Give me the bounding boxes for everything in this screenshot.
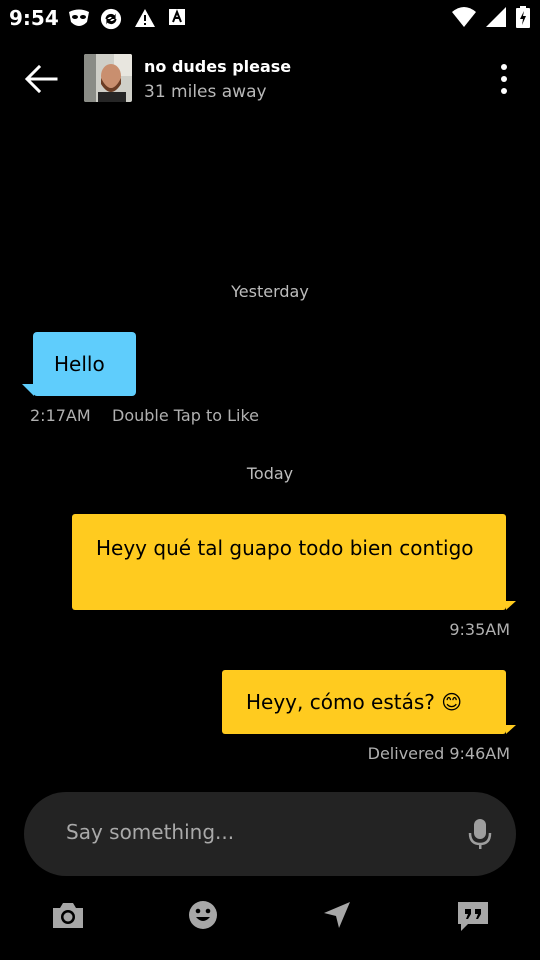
location-icon[interactable] (322, 900, 352, 930)
warning-icon (135, 9, 155, 27)
contact-name[interactable]: no dudes please (144, 57, 291, 76)
message-text: Heyy, cómo estás? 😊 (246, 690, 463, 714)
font-icon (169, 9, 185, 25)
emoji-icon[interactable] (188, 900, 218, 930)
outgoing-bubble-tail (506, 725, 516, 734)
delivery-status: Delivered 9:46AM (367, 744, 510, 763)
contact-distance: 31 miles away (144, 82, 267, 102)
outgoing-bubble-tail (506, 601, 516, 610)
incoming-message-bubble[interactable]: Hello (33, 332, 136, 396)
message-input[interactable]: Say something... (66, 820, 234, 844)
date-separator: Today (246, 464, 294, 483)
double-tap-hint: Double Tap to Like (112, 406, 259, 425)
message-text: Heyy qué tal guapo todo bien contigo (96, 536, 474, 560)
camera-icon[interactable] (51, 900, 85, 930)
saved-phrases-icon[interactable] (456, 900, 490, 932)
status-time: 9:54 (9, 6, 59, 30)
profile-photo (84, 54, 132, 102)
back-arrow-icon[interactable] (22, 62, 62, 96)
more-options-icon[interactable] (494, 62, 514, 96)
outgoing-message-bubble[interactable]: Heyy qué tal guapo todo bien contigo (72, 514, 506, 610)
microphone-icon[interactable] (468, 818, 492, 850)
message-time: 9:35AM (449, 620, 510, 639)
message-text: Hello (54, 352, 105, 376)
chat-header: no dudes please 31 miles away (0, 36, 540, 120)
avatar[interactable] (84, 54, 132, 102)
sync-icon (100, 8, 122, 30)
wifi-icon (451, 7, 476, 27)
signal-icon (485, 7, 506, 27)
grindr-mask-icon (69, 9, 89, 26)
battery-icon (516, 6, 530, 28)
outgoing-message-bubble[interactable]: Heyy, cómo estás? 😊 (222, 670, 506, 734)
date-separator: Yesterday (231, 282, 309, 301)
message-time: 2:17AM (30, 406, 91, 425)
message-composer[interactable]: Say something... (24, 792, 516, 876)
status-bar: 9:54 (0, 0, 540, 36)
